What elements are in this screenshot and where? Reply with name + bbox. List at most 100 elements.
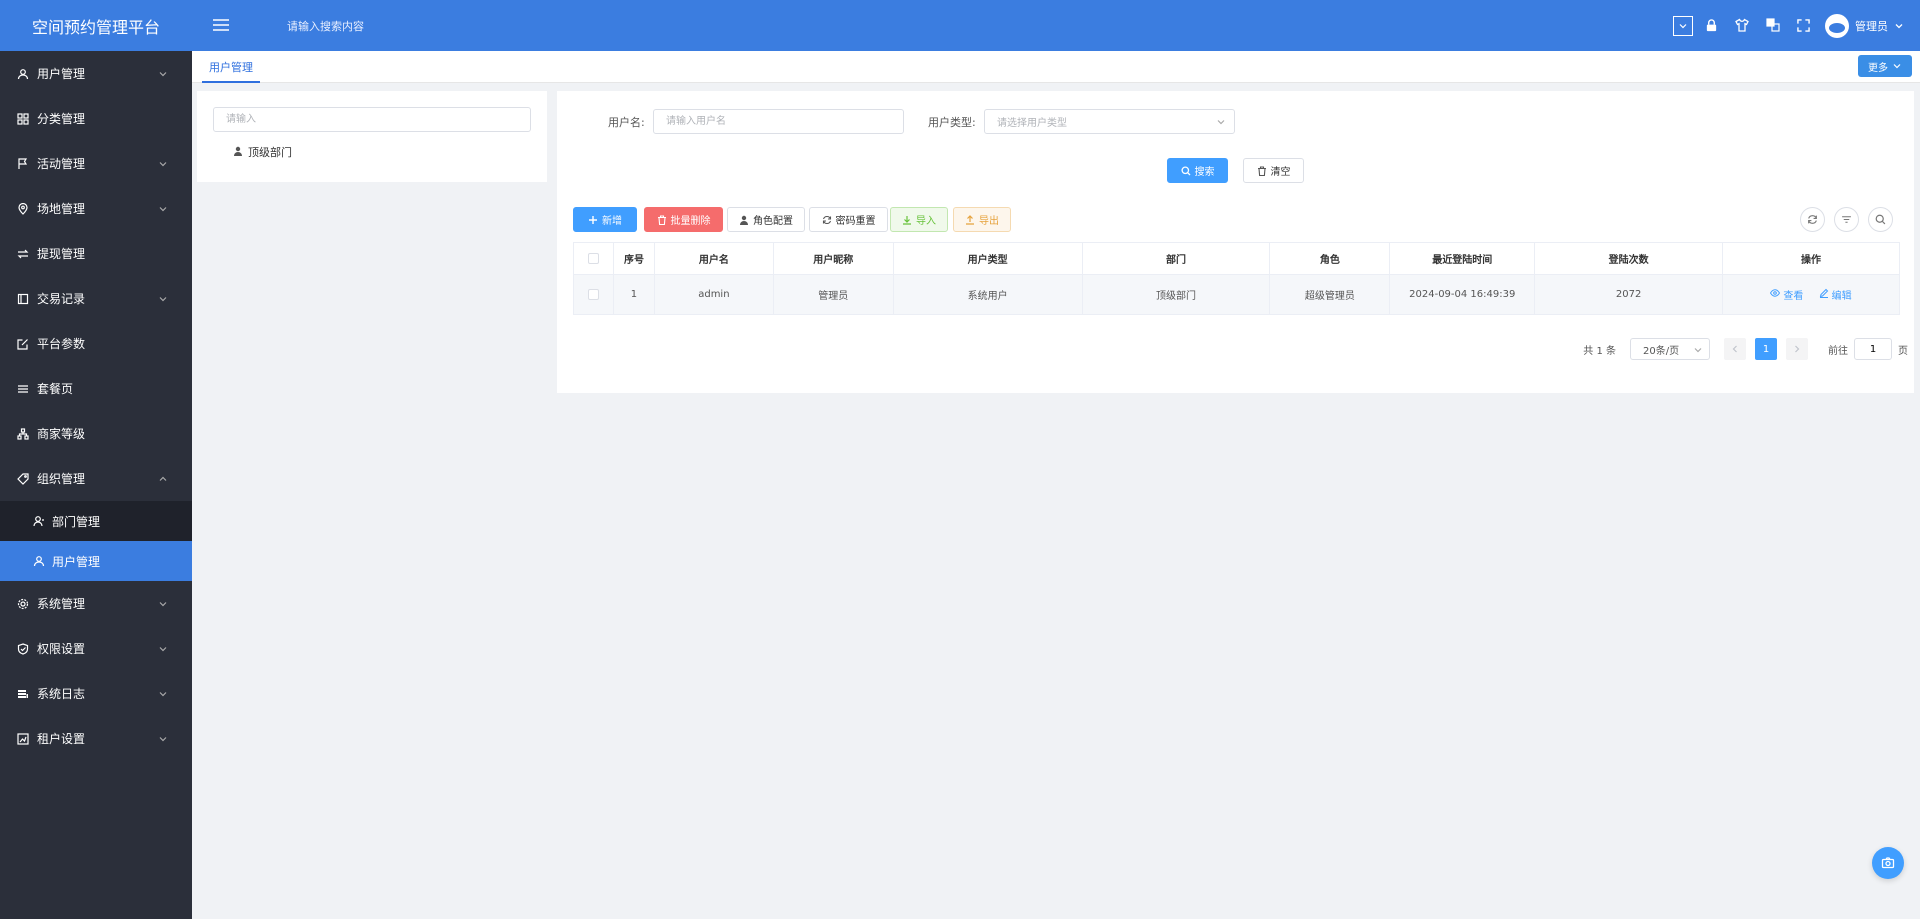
tag-icon: [16, 472, 30, 486]
sidebar-subitem-department[interactable]: 部门管理: [0, 501, 192, 541]
refresh-table-button[interactable]: [1800, 207, 1825, 232]
sidebar-item-organization[interactable]: 组织管理: [0, 456, 192, 501]
sidebar-item-activity[interactable]: 活动管理: [0, 141, 192, 186]
sidebar-item-system[interactable]: 系统管理: [0, 581, 192, 626]
sidebar-item-label: 组织管理: [37, 472, 86, 486]
column-header: 登陆次数: [1534, 242, 1724, 275]
import-button[interactable]: 导入: [890, 207, 948, 232]
add-button-label: 新增: [602, 216, 622, 227]
batch-delete-label: 批量删除: [670, 216, 711, 227]
translate-icon[interactable]: [1764, 16, 1782, 34]
export-label: 导出: [979, 216, 999, 227]
theme-shirt-icon[interactable]: [1733, 16, 1751, 34]
hamburger-menu-icon[interactable]: [212, 16, 230, 34]
search-button-label: 搜索: [1194, 167, 1215, 178]
sidebar-item-package[interactable]: 套餐页: [0, 366, 192, 411]
page-size-value: 20条/页: [1643, 345, 1680, 357]
chevron-down-icon: [159, 296, 167, 301]
floating-camera-button[interactable]: [1872, 847, 1904, 879]
tree-search-input[interactable]: [213, 107, 531, 132]
role-config-button[interactable]: 角色配置: [727, 207, 805, 232]
department-tree-panel: 顶级部门: [197, 91, 547, 182]
edit-link[interactable]: 编辑: [1819, 287, 1852, 302]
cell-actions: 查看 编辑: [1722, 274, 1900, 315]
page-size-select[interactable]: 20条/页: [1630, 338, 1710, 360]
download-icon: [902, 215, 912, 225]
sidebar-item-label: 平台参数: [37, 337, 86, 351]
page-number-current[interactable]: 1: [1755, 338, 1777, 360]
chevron-down-icon: [159, 646, 167, 651]
goto-label: 前往: [1828, 345, 1848, 357]
add-button[interactable]: 新增: [573, 207, 637, 232]
search-button[interactable]: 搜索: [1167, 158, 1228, 183]
sidebar-item-permission[interactable]: 权限设置: [0, 626, 192, 671]
usertype-placeholder: 请选择用户类型: [997, 118, 1067, 129]
sidebar-item-merchant-level[interactable]: 商家等级: [0, 411, 192, 456]
sidebar-item-user-manage[interactable]: 用户管理: [0, 51, 192, 96]
sidebar-subitem-user[interactable]: 用户管理: [0, 541, 192, 581]
lock-icon[interactable]: [1702, 16, 1720, 34]
column-header: 用户类型: [892, 242, 1083, 275]
table-header-row: 序号 用户名 用户昵称 用户类型 部门 角色 最近登陆时间 登陆次数 操作: [573, 242, 1900, 275]
select-all-checkbox[interactable]: [587, 252, 599, 264]
prev-page-button[interactable]: [1724, 338, 1746, 360]
pagination: 共 1 条 20条/页 1 前往 页: [1583, 338, 1908, 360]
password-reset-button[interactable]: 密码重置: [809, 207, 888, 232]
tree-node-label: 顶级部门: [248, 146, 292, 159]
username-input[interactable]: [653, 109, 904, 134]
sidebar-item-category[interactable]: 分类管理: [0, 96, 192, 141]
eye-icon: [1770, 288, 1781, 301]
batch-delete-button[interactable]: 批量删除: [644, 207, 723, 232]
sidebar-item-withdraw[interactable]: 提现管理: [0, 231, 192, 276]
grid-icon: [16, 112, 30, 126]
toggle-search-button[interactable]: [1868, 207, 1893, 232]
sidebar-item-label: 系统管理: [37, 597, 86, 611]
usertype-select[interactable]: 请选择用户类型: [984, 109, 1235, 134]
username-label: 用户名:: [608, 116, 645, 129]
clear-button-label: 清空: [1270, 167, 1291, 178]
cell-role: 超级管理员: [1269, 274, 1391, 315]
search-icon: [1875, 214, 1886, 225]
collapse-toggle-icon[interactable]: [1673, 16, 1693, 36]
chevron-down-icon: [159, 736, 167, 741]
plus-icon: [588, 215, 598, 225]
more-button[interactable]: 更多: [1858, 55, 1912, 77]
view-link[interactable]: 查看: [1770, 287, 1803, 302]
person-icon: [739, 215, 749, 225]
shield-icon: [16, 642, 30, 656]
sidebar-item-system-log[interactable]: 系统日志: [0, 671, 192, 716]
sidebar-item-tenant[interactable]: 租户设置: [0, 716, 192, 761]
avatar: [1825, 14, 1849, 38]
sidebar-subitem-label: 部门管理: [52, 514, 101, 529]
header-search-input[interactable]: [287, 16, 507, 36]
goto-page-input[interactable]: [1854, 338, 1892, 360]
column-header: 用户名: [653, 242, 774, 275]
fullscreen-icon[interactable]: [1794, 16, 1812, 34]
log-icon: [16, 687, 30, 701]
next-page-button[interactable]: [1786, 338, 1808, 360]
sidebar-item-transactions[interactable]: 交易记录: [0, 276, 192, 321]
chevron-down-icon: [1893, 64, 1901, 69]
cell-type: 系统用户: [892, 274, 1083, 315]
location-icon: [16, 202, 30, 216]
pagination-total: 共 1 条: [1583, 345, 1616, 357]
sidebar-item-platform-params[interactable]: 平台参数: [0, 321, 192, 366]
select-all-cell: [573, 242, 614, 275]
column-filter-button[interactable]: [1834, 207, 1859, 232]
column-header: 角色: [1269, 242, 1391, 275]
row-checkbox[interactable]: [587, 288, 599, 300]
column-header: 部门: [1081, 242, 1271, 275]
chevron-down-icon: [1895, 24, 1903, 29]
chevron-right-icon: [1795, 345, 1800, 353]
tab-user-management[interactable]: 用户管理: [202, 59, 260, 83]
user-menu[interactable]: 管理员: [1825, 13, 1904, 39]
user-manage-icon: [16, 67, 30, 81]
tree-node-root[interactable]: 顶级部门: [233, 144, 292, 160]
chevron-down-icon: [1694, 348, 1702, 353]
export-button[interactable]: 导出: [953, 207, 1011, 232]
sidebar-item-venue[interactable]: 场地管理: [0, 186, 192, 231]
column-header: 最近登陆时间: [1389, 242, 1536, 275]
chevron-down-icon: [159, 71, 167, 76]
clear-button[interactable]: 清空: [1243, 158, 1304, 183]
chevron-down-icon: [1217, 120, 1225, 125]
